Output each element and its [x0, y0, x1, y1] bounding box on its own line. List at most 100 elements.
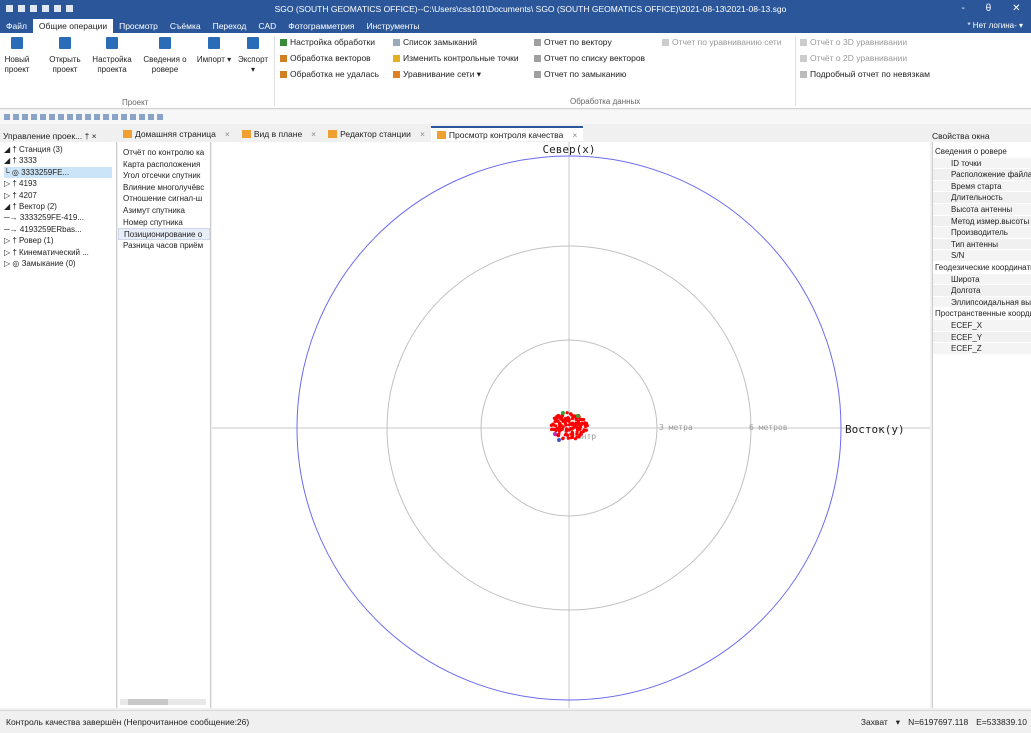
login-status[interactable]: * Нет логина- ▾: [967, 19, 1031, 33]
gear-icon[interactable]: [54, 5, 61, 12]
new-project-button[interactable]: Новый проект: [2, 37, 32, 75]
menu-view[interactable]: Просмотр: [113, 19, 164, 33]
toolbar-new-icon[interactable]: [4, 114, 10, 120]
toolbar-measure-icon[interactable]: [67, 114, 73, 120]
tree-station-group[interactable]: ◢ † Станция (3): [4, 144, 112, 155]
close-button[interactable]: ✕: [1012, 3, 1020, 14]
menu-survey[interactable]: Съёмка: [164, 19, 207, 33]
list-item-selected[interactable]: Позиционирование о: [118, 228, 210, 240]
residuals-report-button[interactable]: Подробный отчет по невязкам: [800, 69, 930, 79]
import-button[interactable]: Импорт ▾: [196, 37, 232, 65]
2d-adjustment-report-button[interactable]: Отчёт о 2D уравнивании: [800, 53, 907, 63]
project-settings-button[interactable]: Настройка проекта: [90, 37, 134, 75]
menu-file[interactable]: Файл: [0, 19, 33, 33]
toolbar-undo-icon[interactable]: [31, 114, 37, 120]
maximize-button[interactable]: θ: [986, 3, 992, 14]
tree-vector-2[interactable]: ─→ 4193259ERbas...: [4, 224, 112, 235]
toolbar-save-icon[interactable]: [22, 114, 28, 120]
toolbar-open-icon[interactable]: [13, 114, 19, 120]
snap-dropdown[interactable]: Захват: [861, 717, 888, 728]
tree-observation-3333259fe[interactable]: └ ◎ 3333259FE...: [4, 166, 112, 179]
prop-group-geodetic[interactable]: Геодезические координаты: [933, 261, 1031, 274]
tree-station-4193[interactable]: ▷ † 4193: [4, 178, 112, 189]
toolbar-redo-icon[interactable]: [40, 114, 46, 120]
position-point: [566, 436, 570, 440]
close-icon[interactable]: ×: [311, 127, 316, 141]
list-item[interactable]: Азимут спутника: [118, 205, 210, 217]
toolbar-vector-icon[interactable]: [58, 114, 64, 120]
tab-quality-control-view[interactable]: Просмотр контроля качества ×: [430, 126, 584, 142]
menu-go[interactable]: Переход: [207, 19, 253, 33]
toolbar-refresh-icon[interactable]: [121, 114, 127, 120]
tab-home[interactable]: Домашняя страница ×: [117, 126, 236, 141]
toolbar-zoom-in-icon[interactable]: [85, 114, 91, 120]
network-adjustment-report-button[interactable]: Отчет по уравниванию сети: [662, 37, 782, 47]
close-icon[interactable]: ×: [420, 127, 425, 141]
list-item[interactable]: Разница часов приём: [118, 240, 210, 252]
customize-icon[interactable]: [66, 5, 73, 12]
northing-readout: N=6197697.118: [908, 716, 969, 727]
processing-settings-button[interactable]: Настройка обработки: [280, 37, 375, 47]
rover-info-button[interactable]: Сведения о ровере: [140, 37, 190, 75]
tree-closure-group[interactable]: ▷ ◎ Замыкание (0): [4, 258, 112, 269]
menu-tools[interactable]: Инструменты: [360, 19, 425, 33]
tree-station-3333[interactable]: ◢ † 3333: [4, 155, 112, 166]
report-icon: [662, 38, 669, 46]
closure-list-button[interactable]: Список замыканий: [393, 37, 477, 47]
toolbar-zoom-out-icon[interactable]: [94, 114, 100, 120]
prop-group-ecef[interactable]: Пространственные координаты: [933, 308, 1031, 320]
tree-kinematic-group[interactable]: ▷ † Кинематический ...: [4, 247, 112, 258]
tree-vector-group[interactable]: ◢ † Вектор (2): [4, 201, 112, 212]
list-item[interactable]: Отношение сигнал-ш: [118, 193, 210, 205]
list-item[interactable]: Угол отсечки спутник: [118, 170, 210, 182]
edit-control-points-button[interactable]: Изменить контрольные точки: [393, 53, 519, 63]
list-item[interactable]: Влияние многолучёвс: [118, 182, 210, 194]
open-project-button[interactable]: Открыть проект: [46, 37, 84, 75]
3d-adjustment-report-button[interactable]: Отчёт о 3D уравнивании: [800, 37, 907, 47]
vector-report-button[interactable]: Отчет по вектору: [534, 37, 612, 47]
list-item[interactable]: Карта расположения: [118, 159, 210, 171]
prop-row: Расположение файла: [933, 169, 1031, 181]
tab-station-editor[interactable]: Редактор станции ×: [322, 126, 431, 141]
list-item[interactable]: Отчёт по контролю ка: [118, 147, 210, 159]
new-file-icon[interactable]: [18, 5, 25, 12]
north-label: Север(x): [543, 143, 596, 156]
tree-rover-group[interactable]: ▷ † Ровер (1): [4, 235, 112, 246]
document-icon: [123, 129, 132, 138]
document-icon: [328, 129, 338, 138]
positioning-plot-area[interactable]: Север(x) Восток(y) 3 метра 6 метров Цент…: [212, 142, 930, 708]
close-icon[interactable]: ×: [225, 127, 230, 141]
toolbar-point-icon[interactable]: [49, 114, 55, 120]
prop-group-rover[interactable]: Сведения о ровере: [933, 146, 1031, 158]
close-icon[interactable]: ×: [572, 128, 577, 142]
position-point: [576, 414, 580, 418]
quick-toolbar: [0, 110, 1031, 124]
menu-cad[interactable]: CAD: [252, 19, 282, 33]
position-point: [570, 435, 574, 439]
chevron-down-icon[interactable]: ▾: [896, 717, 900, 728]
list-item[interactable]: Номер спутника: [118, 217, 210, 229]
vector-list-report-button[interactable]: Отчет по списку векторов: [534, 53, 645, 63]
toolbar-pan-icon[interactable]: [103, 114, 109, 120]
position-point: [583, 424, 587, 428]
tab-plan-view[interactable]: Вид в плане ×: [236, 126, 322, 141]
toolbar-info-icon[interactable]: [148, 114, 154, 120]
save-icon[interactable]: [30, 5, 37, 12]
tree-station-4207[interactable]: ▷ † 4207: [4, 190, 112, 201]
horizontal-scrollbar[interactable]: [120, 699, 206, 705]
toolbar-fit-icon[interactable]: [112, 114, 118, 120]
menu-general-operations[interactable]: Общие операции: [32, 19, 114, 33]
network-adjustment-button[interactable]: Уравнивание сети ▾: [393, 69, 481, 80]
closure-report-button[interactable]: Отчет по замыканию: [534, 69, 626, 79]
processing-failed-button[interactable]: Обработка не удалась: [280, 69, 379, 79]
process-vectors-button[interactable]: Обработка векторов: [280, 53, 371, 63]
toolbar-grid-icon[interactable]: [139, 114, 145, 120]
toolbar-settings-icon[interactable]: [157, 114, 163, 120]
settings-icon[interactable]: [42, 5, 49, 12]
menu-photogrammetry[interactable]: Фотограмметрия: [282, 19, 360, 33]
toolbar-layers-icon[interactable]: [130, 114, 136, 120]
toolbar-select-icon[interactable]: [76, 114, 82, 120]
export-button[interactable]: Экспорт ▾: [236, 37, 270, 75]
tree-vector-1[interactable]: ─→ 3333259FE-419...: [4, 212, 112, 223]
minimize-button[interactable]: -: [961, 3, 964, 14]
